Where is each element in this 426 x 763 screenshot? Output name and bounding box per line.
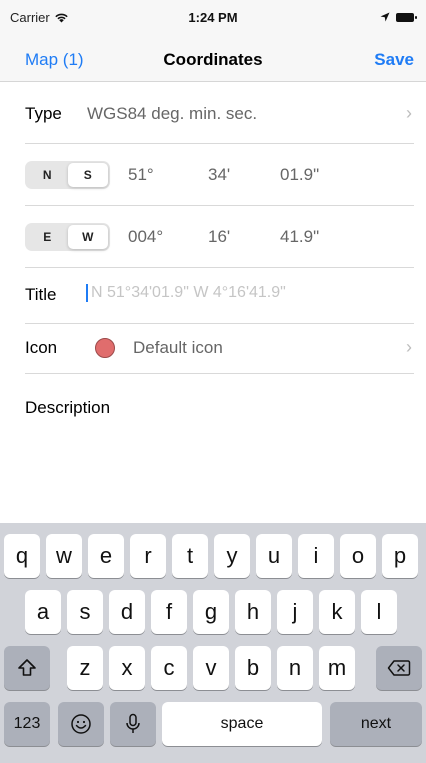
- key-c[interactable]: c: [151, 646, 187, 690]
- key-o[interactable]: o: [340, 534, 376, 578]
- key-u[interactable]: u: [256, 534, 292, 578]
- delete-key[interactable]: [376, 646, 422, 690]
- key-l[interactable]: l: [361, 590, 397, 634]
- numbers-key[interactable]: 123: [4, 702, 50, 746]
- status-right-icons: [380, 12, 417, 22]
- location-arrow-icon: [380, 12, 390, 22]
- key-q[interactable]: q: [4, 534, 40, 578]
- carrier-label: Carrier: [10, 10, 50, 25]
- status-bar: Carrier 1:24 PM: [0, 0, 426, 36]
- keyboard: q w e r t y u i o p a s d f g h j k l z …: [0, 523, 426, 763]
- latitude-row: N S 51° 34' 01.9": [0, 144, 426, 206]
- backspace-icon: [387, 660, 411, 676]
- key-h[interactable]: h: [235, 590, 271, 634]
- key-j[interactable]: j: [277, 590, 313, 634]
- key-z[interactable]: z: [67, 646, 103, 690]
- segment-option-s[interactable]: S: [67, 163, 108, 187]
- next-key[interactable]: next: [330, 702, 422, 746]
- longitude-degrees-field[interactable]: 004°: [128, 227, 163, 247]
- latitude-hemisphere-segment[interactable]: N S: [25, 161, 110, 189]
- back-map-button[interactable]: Map (1): [25, 50, 84, 70]
- key-a[interactable]: a: [25, 590, 61, 634]
- emoji-key[interactable]: [58, 702, 104, 746]
- key-m[interactable]: m: [319, 646, 355, 690]
- key-n[interactable]: n: [277, 646, 313, 690]
- key-k[interactable]: k: [319, 590, 355, 634]
- longitude-seconds-field[interactable]: 41.9": [280, 227, 319, 247]
- key-d[interactable]: d: [109, 590, 145, 634]
- key-x[interactable]: x: [109, 646, 145, 690]
- key-t[interactable]: t: [172, 534, 208, 578]
- key-w[interactable]: w: [46, 534, 82, 578]
- longitude-minutes-field[interactable]: 16': [208, 227, 230, 247]
- longitude-row: E W 004° 16' 41.9": [0, 206, 426, 268]
- chevron-right-icon: ›: [406, 103, 412, 123]
- save-button[interactable]: Save: [374, 50, 414, 70]
- segment-option-n[interactable]: N: [27, 163, 68, 187]
- type-value: WGS84 deg. min. sec.: [87, 104, 258, 123]
- default-pin-color-icon: [95, 338, 115, 358]
- key-g[interactable]: g: [193, 590, 229, 634]
- navigation-bar: Map (1) Coordinates Save: [0, 36, 426, 82]
- description-label: Description: [25, 398, 111, 417]
- microphone-icon: [126, 713, 140, 733]
- key-i[interactable]: i: [298, 534, 334, 578]
- wifi-icon: [55, 13, 68, 23]
- key-s[interactable]: s: [67, 590, 103, 634]
- icon-row[interactable]: Icon Default icon ›: [0, 324, 426, 374]
- title-input[interactable]: N 51°34'01.9" W 4°16'41.9": [86, 284, 286, 302]
- emoji-icon: [71, 714, 91, 734]
- key-v[interactable]: v: [193, 646, 229, 690]
- key-e[interactable]: e: [88, 534, 124, 578]
- key-r[interactable]: r: [130, 534, 166, 578]
- longitude-hemisphere-segment[interactable]: E W: [25, 223, 110, 251]
- description-row[interactable]: Description: [0, 374, 426, 523]
- title-row: Title N 51°34'01.9" W 4°16'41.9": [0, 268, 426, 324]
- battery-icon: [396, 12, 417, 22]
- segment-option-e[interactable]: E: [27, 225, 68, 249]
- key-b[interactable]: b: [235, 646, 271, 690]
- type-row[interactable]: Type WGS84 deg. min. sec. ›: [0, 82, 426, 144]
- icon-label: Icon: [25, 338, 58, 357]
- latitude-minutes-field[interactable]: 34': [208, 165, 230, 185]
- dictation-key[interactable]: [110, 702, 156, 746]
- key-f[interactable]: f: [151, 590, 187, 634]
- key-y[interactable]: y: [214, 534, 250, 578]
- shift-arrow-icon: [18, 659, 36, 676]
- type-label: Type: [25, 104, 62, 123]
- segment-option-w[interactable]: W: [67, 225, 108, 249]
- latitude-degrees-field[interactable]: 51°: [128, 165, 154, 185]
- carrier-area: Carrier: [10, 10, 69, 25]
- title-label: Title: [25, 285, 57, 304]
- icon-value: Default icon: [133, 338, 223, 357]
- space-key[interactable]: space: [162, 702, 322, 746]
- latitude-seconds-field[interactable]: 01.9": [280, 165, 319, 185]
- shift-key[interactable]: [4, 646, 50, 690]
- key-p[interactable]: p: [382, 534, 418, 578]
- chevron-right-icon: ›: [406, 337, 412, 357]
